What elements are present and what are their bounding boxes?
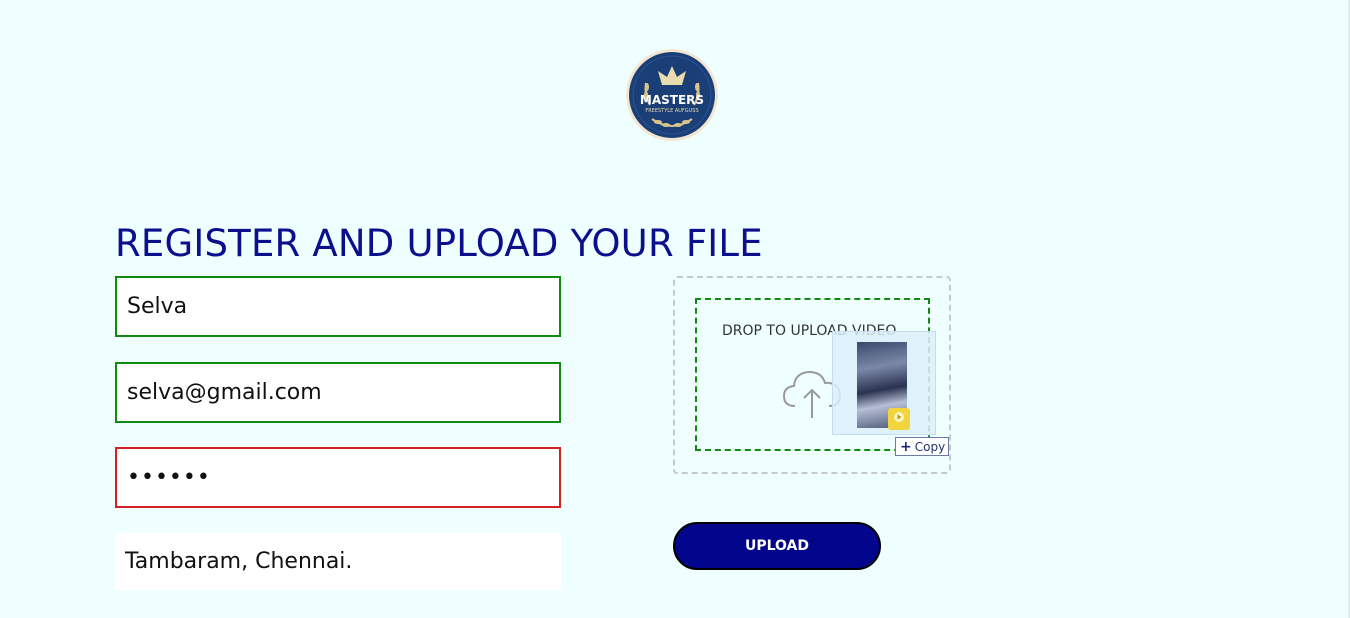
name-input[interactable] xyxy=(115,276,561,337)
plus-icon: + xyxy=(900,438,912,455)
drag-copy-indicator: + Copy xyxy=(895,437,949,456)
email-input[interactable] xyxy=(115,362,561,423)
logo-subtitle: FREESTYLE AUFGUSS xyxy=(645,108,698,114)
location-input[interactable] xyxy=(115,533,561,590)
upload-button[interactable]: UPLOAD xyxy=(673,522,881,570)
password-input[interactable] xyxy=(115,447,561,508)
play-icon xyxy=(888,408,910,430)
page-title: REGISTER AND UPLOAD YOUR FILE xyxy=(115,222,763,265)
logo-title: MASTERS xyxy=(640,93,704,107)
copy-label: Copy xyxy=(914,439,946,454)
masters-logo: MASTERS FREESTYLE AUFGUSS xyxy=(626,49,718,141)
dragged-video-thumbnail xyxy=(832,331,936,435)
